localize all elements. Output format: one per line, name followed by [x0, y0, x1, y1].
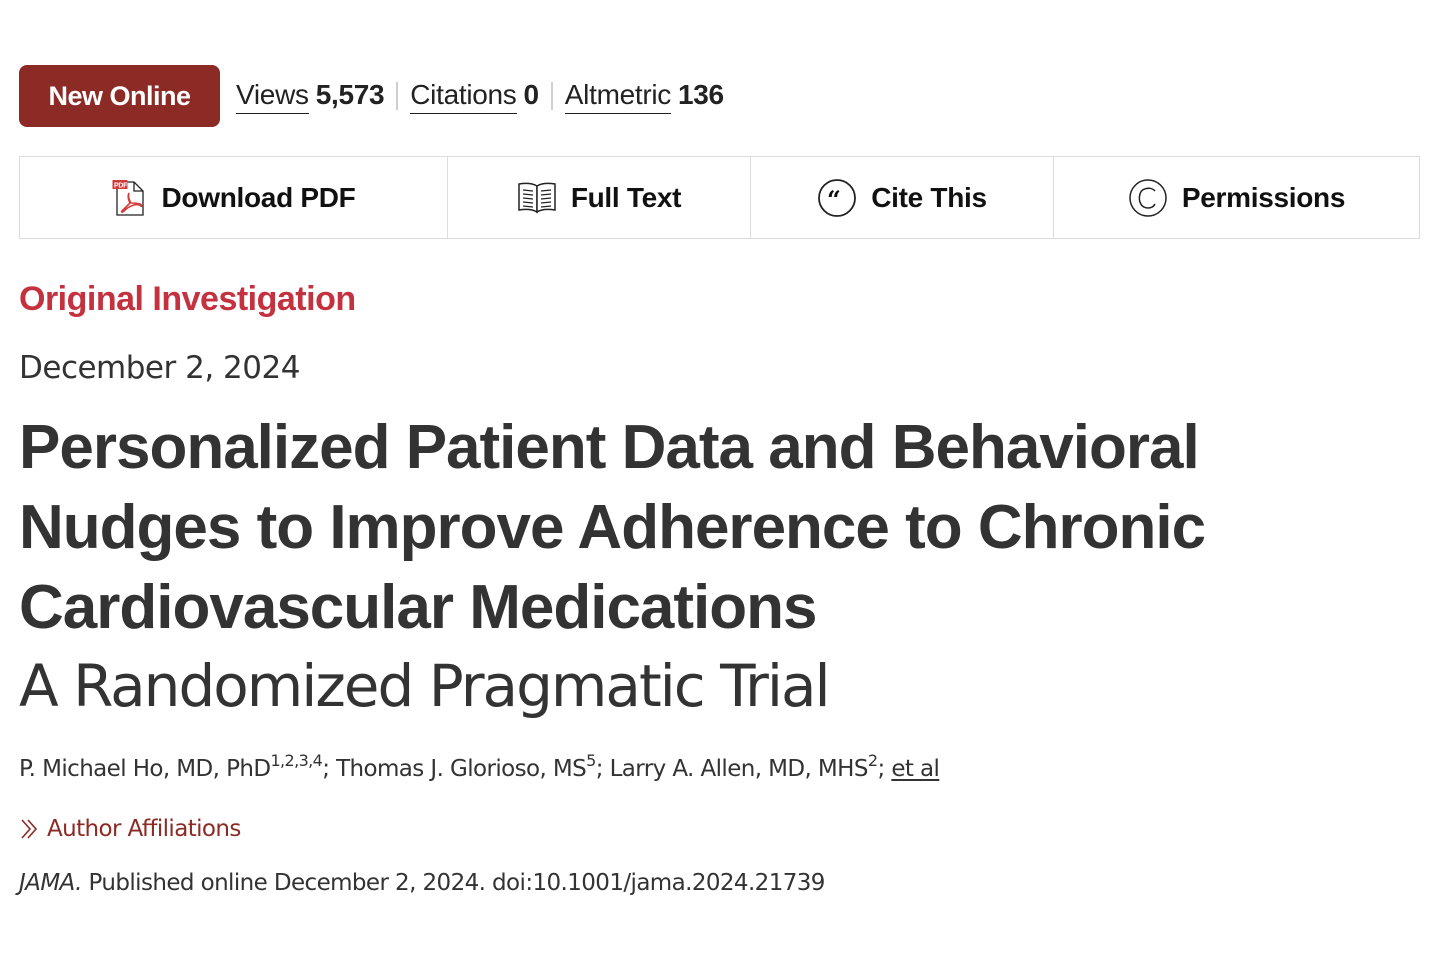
download-pdf-button[interactable]: PDF Download PDF [20, 157, 448, 238]
author-separator: ; [877, 756, 892, 782]
author-affiliation-refs: 5 [586, 751, 596, 770]
svg-text:PDF: PDF [114, 182, 128, 189]
copyright-icon [1128, 178, 1168, 218]
permissions-label: Permissions [1181, 181, 1346, 213]
open-book-icon [517, 180, 557, 216]
svg-text:“: “ [827, 185, 841, 214]
permissions-button[interactable]: Permissions [1054, 157, 1419, 238]
double-chevron-right-icon [19, 817, 39, 841]
journal-name: JAMA. [19, 870, 82, 896]
article-toolbar: PDF Download PDF Full Text “ Cite This P… [19, 156, 1420, 239]
author-separator: ; [595, 756, 610, 782]
article-type: Original Investigation [19, 280, 356, 318]
author-affiliations-toggle[interactable]: Author Affiliations [19, 816, 241, 842]
metric-altmetric-label[interactable]: Altmetric [564, 79, 671, 114]
pdf-file-icon: PDF [112, 179, 148, 217]
new-online-badge: New Online [19, 65, 220, 127]
author-list: P. Michael Ho, MD, PhD1,2,3,4; Thomas J.… [19, 753, 940, 783]
full-text-button[interactable]: Full Text [448, 157, 751, 238]
metric-views-label[interactable]: Views [236, 79, 309, 114]
author-affiliations-label: Author Affiliations [47, 816, 241, 842]
metric-separator [550, 82, 553, 110]
metric-altmetric[interactable]: Altmetric 136 [564, 78, 724, 114]
metric-citations-label[interactable]: Citations [410, 79, 517, 114]
metric-citations[interactable]: Citations 0 [410, 79, 539, 114]
cite-this-button[interactable]: “ Cite This [751, 157, 1054, 238]
quote-icon: “ [817, 178, 857, 218]
author-name[interactable]: P. Michael Ho, MD, PhD [19, 756, 271, 782]
article-title: Personalized Patient Data and Behavioral… [19, 413, 1206, 642]
publication-date: December 2, 2024 [19, 350, 300, 386]
download-pdf-label: Download PDF [161, 181, 356, 213]
full-text-label: Full Text [570, 181, 682, 213]
citation-text: Published online December 2, 2024. doi:1… [81, 870, 826, 896]
metric-altmetric-value: 136 [678, 78, 724, 110]
author-separator: ; [322, 756, 337, 782]
metric-separator [396, 82, 399, 110]
metrics-row: New Online Views 5,573 Citations 0 Altme… [19, 65, 724, 127]
metric-views-value: 5,573 [315, 78, 385, 110]
author-name[interactable]: Larry A. Allen, MD, MHS [610, 756, 869, 782]
article-subtitle: A Randomized Pragmatic Trial [19, 652, 831, 720]
author-affiliation-refs: 1,2,3,4 [270, 751, 323, 770]
metric-citations-value: 0 [523, 78, 540, 110]
metric-views[interactable]: Views 5,573 [236, 78, 385, 114]
et-al-link[interactable]: et al [891, 756, 940, 782]
cite-this-label: Cite This [871, 181, 987, 213]
author-name[interactable]: Thomas J. Glorioso, MS [336, 756, 587, 782]
citation-line: JAMA. Published online December 2, 2024.… [19, 870, 825, 896]
